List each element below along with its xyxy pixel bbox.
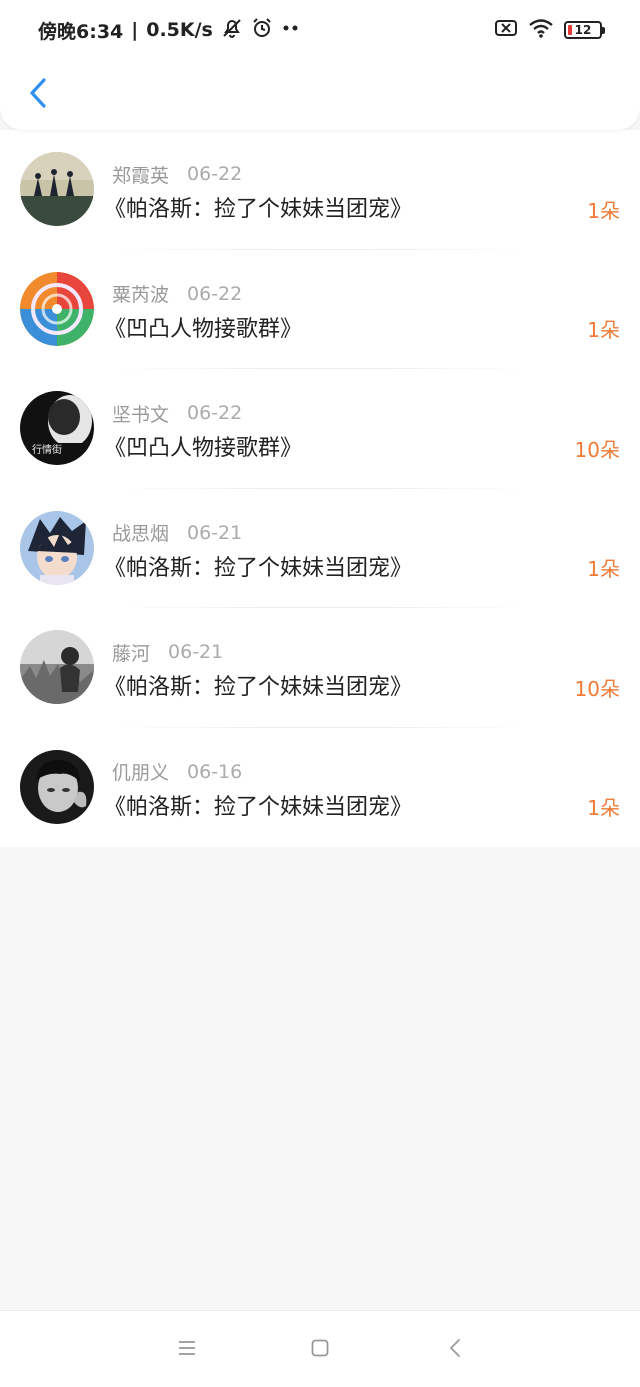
flower-count: 10朵 (574, 676, 620, 701)
list-item[interactable]: 藤河 06-21 《帕洛斯：捡了个妹妹当团宠》 10朵 (0, 608, 640, 728)
battery-icon: 12 (564, 21, 605, 39)
menu-icon (177, 1339, 197, 1361)
item-meta: 粟芮波 06-22 (112, 281, 242, 307)
avatar[interactable]: 行情街 (20, 391, 94, 465)
book-title[interactable]: 《帕洛斯：捡了个妹妹当团宠》 (104, 668, 412, 702)
svg-text:行情街: 行情街 (32, 443, 62, 456)
flower-count: 1朵 (587, 198, 620, 223)
flower-count: 1朵 (587, 557, 620, 581)
network-speed: 0.5K/s (146, 19, 213, 41)
status-bar: 傍晚6:34 | 0.5K/s 12 (0, 0, 640, 58)
sender-name: 粟芮波 (112, 284, 170, 306)
sender-name: 藤河 (112, 642, 151, 665)
flower-count: 1朵 (587, 318, 620, 342)
list-item[interactable]: 战思烟 06-21 《帕洛斯：捡了个妹妹当团宠》 1朵 (0, 489, 640, 608)
flower-count: 1朵 (587, 796, 620, 820)
home-square-icon (310, 1338, 330, 1362)
list-item[interactable]: 郑霞英 06-22 《帕洛斯：捡了个妹妹当团宠》 1朵 (0, 130, 640, 250)
avatar[interactable] (20, 630, 94, 704)
alarm-icon (251, 17, 273, 44)
home-button[interactable] (305, 1335, 335, 1365)
send-date: 06-21 (187, 521, 243, 544)
status-right: 12 (494, 17, 605, 43)
sender-name: 战思烟 (112, 523, 170, 545)
sender-name: 仉朋义 (112, 762, 170, 784)
header: 傍晚6:34 | 0.5K/s 12 (0, 0, 640, 130)
status-time: 傍晚6:34 (38, 20, 124, 43)
book-title[interactable]: 《凹凸人物接歌群》 (104, 310, 302, 344)
list-item[interactable]: 粟芮波 06-22 《凹凸人物接歌群》 1朵 (0, 250, 640, 369)
system-back-button[interactable] (440, 1335, 470, 1365)
item-meta: 郑霞英 06-22 (112, 161, 242, 187)
avatar[interactable] (20, 510, 94, 585)
sender-name: 郑霞英 (112, 164, 170, 187)
avatar[interactable] (20, 749, 94, 824)
send-date: 06-22 (187, 402, 243, 424)
list-item[interactable]: 仉朋义 06-16 《帕洛斯：捡了个妹妹当团宠》 1朵 (0, 728, 640, 848)
mute-bell-icon (221, 17, 243, 44)
back-triangle-icon (448, 1338, 462, 1362)
wifi-icon (528, 17, 554, 43)
status-separator: | (131, 19, 139, 41)
avatar[interactable] (20, 152, 94, 226)
flower-count: 10朵 (574, 437, 620, 462)
item-meta: 战思烟 06-21 (112, 520, 242, 546)
send-date: 06-22 (187, 163, 243, 185)
item-meta: 仉朋义 06-16 (112, 759, 242, 785)
item-meta: 藤河 06-21 (112, 639, 223, 665)
sim-off-icon (494, 18, 518, 42)
sender-name: 坚书文 (112, 403, 170, 426)
chevron-left-icon (28, 77, 48, 113)
book-title[interactable]: 《帕洛斯：捡了个妹妹当团宠》 (104, 190, 412, 224)
avatar[interactable] (20, 271, 94, 346)
item-meta: 坚书文 06-22 (112, 400, 242, 426)
send-date: 06-16 (187, 760, 243, 783)
back-button[interactable] (18, 75, 58, 115)
status-left: 傍晚6:34 | 0.5K/s (38, 17, 301, 43)
book-title[interactable]: 《帕洛斯：捡了个妹妹当团宠》 (104, 788, 412, 822)
list-item[interactable]: 行情街 坚书文 06-22 《凹凸人物接歌群》 10朵 (0, 369, 640, 489)
send-date: 06-22 (187, 282, 243, 305)
menu-button[interactable] (172, 1335, 202, 1365)
gift-record-list: 郑霞英 06-22 《帕洛斯：捡了个妹妹当团宠》 1朵 粟芮波 06-22 《凹… (0, 130, 640, 847)
more-dots-icon (281, 17, 301, 44)
battery-level: 12 (574, 23, 592, 37)
system-nav-bar (0, 1310, 640, 1387)
book-title[interactable]: 《帕洛斯：捡了个妹妹当团宠》 (104, 549, 412, 583)
send-date: 06-21 (168, 641, 224, 663)
book-title[interactable]: 《凹凸人物接歌群》 (104, 429, 302, 463)
